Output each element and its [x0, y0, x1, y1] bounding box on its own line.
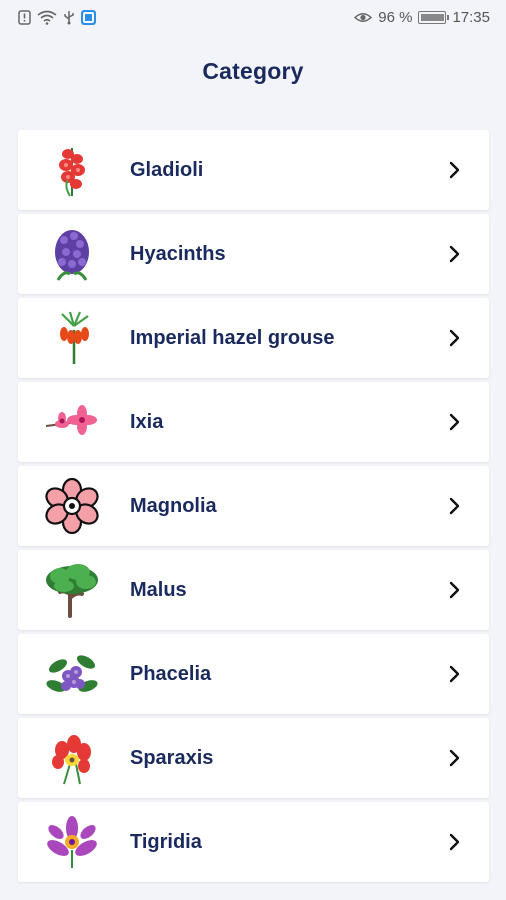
page-title: Category [202, 58, 304, 84]
ixia-icon [44, 394, 100, 450]
category-label: Malus [130, 579, 187, 601]
sparaxis-icon [44, 730, 100, 786]
battery-icon [418, 10, 450, 24]
malus-tree-icon [44, 562, 100, 618]
chevron-right-icon [449, 161, 460, 179]
alert-icon [18, 9, 31, 25]
app-notification-icon [81, 9, 96, 25]
category-list: Gladioli Hyacinths Imperial hazel grouse… [18, 130, 489, 886]
category-label: Imperial hazel grouse [130, 327, 335, 349]
category-item-magnolia[interactable]: Magnolia [18, 466, 489, 546]
category-label: Hyacinths [130, 243, 226, 265]
magnolia-icon [44, 478, 100, 534]
chevron-right-icon [449, 665, 460, 683]
category-item-tigridia[interactable]: Tigridia [18, 802, 489, 882]
category-item-hyacinths[interactable]: Hyacinths [18, 214, 489, 294]
chevron-right-icon [449, 497, 460, 515]
gladiolus-icon [44, 142, 100, 198]
category-label: Sparaxis [130, 747, 214, 769]
status-left-icons [18, 9, 96, 25]
category-item-gladioli[interactable]: Gladioli [18, 130, 489, 210]
usb-icon [63, 10, 75, 25]
phacelia-icon [44, 646, 100, 702]
clock: 17:35 [452, 8, 490, 26]
category-label: Tigridia [130, 831, 202, 853]
chevron-right-icon [449, 581, 460, 599]
imperial-fritillary-icon [44, 310, 100, 366]
category-item-malus[interactable]: Malus [18, 550, 489, 630]
category-label: Ixia [130, 411, 164, 433]
category-label: Phacelia [130, 663, 212, 685]
category-item-sparaxis[interactable]: Sparaxis [18, 718, 489, 798]
category-item-ixia[interactable]: Ixia [18, 382, 489, 462]
category-label: Gladioli [130, 159, 204, 181]
chevron-right-icon [449, 245, 460, 263]
chevron-right-icon [449, 749, 460, 767]
category-item-imperial-hazel-grouse[interactable]: Imperial hazel grouse [18, 298, 489, 378]
chevron-right-icon [449, 329, 460, 347]
tigridia-icon [44, 814, 100, 870]
battery-percent: 96 % [378, 8, 413, 26]
chevron-right-icon [449, 413, 460, 431]
wifi-icon [37, 10, 57, 25]
category-item-phacelia[interactable]: Phacelia [18, 634, 489, 714]
category-label: Magnolia [130, 495, 217, 517]
chevron-right-icon [449, 833, 460, 851]
hyacinth-icon [44, 226, 100, 282]
status-bar: 96 % 17:35 [0, 0, 506, 34]
eye-icon [354, 11, 373, 24]
status-right-icons: 96 % 17:35 [354, 9, 490, 26]
